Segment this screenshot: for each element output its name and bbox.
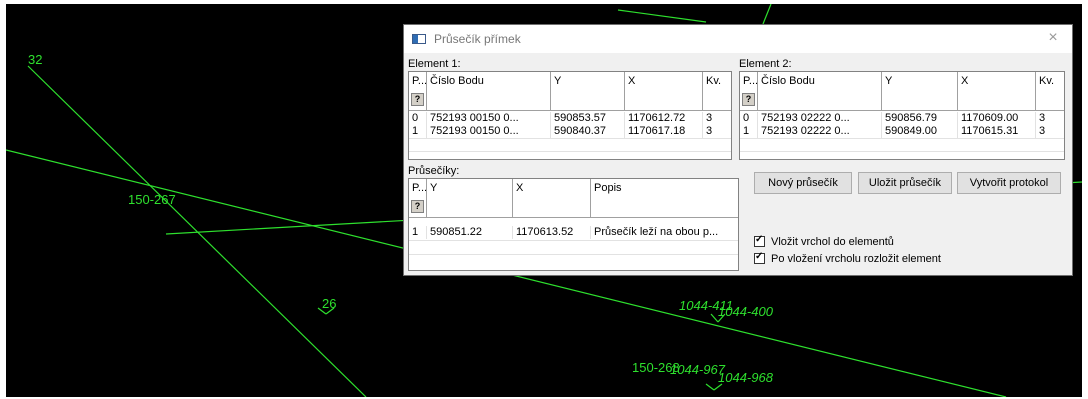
close-icon[interactable]: × xyxy=(1044,29,1062,47)
cell-p: 1 xyxy=(740,125,758,138)
col-y[interactable]: Y xyxy=(882,72,958,110)
split-element-checkbox[interactable]: Po vložení vrcholu rozložit element xyxy=(754,251,941,265)
cell-popis: Průsečík leží na obou p... xyxy=(594,226,719,238)
cell-x: 1170617.18 xyxy=(625,125,703,138)
cell-kv: 3 xyxy=(1039,112,1046,124)
col-y[interactable]: Y xyxy=(551,72,625,110)
row-divider xyxy=(409,254,738,255)
checkbox-checked-icon[interactable] xyxy=(754,234,765,247)
screenshot-canvas: 32 150-267 26 1044-411 1044-400 150-268 … xyxy=(0,0,1088,399)
create-protocol-button[interactable]: Vytvořit protokol xyxy=(957,172,1061,194)
cell-y: 590851.22 xyxy=(427,226,513,239)
help-icon[interactable]: ? xyxy=(742,93,755,106)
element2-grid[interactable]: P...? Číslo Bodu Y X Kv. 0 752193 02222 … xyxy=(739,71,1065,160)
cad-line-a xyxy=(27,65,367,397)
element1-label: Element 1: xyxy=(408,58,461,70)
cad-label-1044-400: 1044-400 xyxy=(718,304,773,319)
save-intersection-button[interactable]: Uložit průsečík xyxy=(858,172,952,194)
col-p[interactable]: P...? xyxy=(740,72,758,110)
row-divider xyxy=(740,151,1064,152)
table-row[interactable]: 0 752193 02222 0... 590856.79 1170609.00… xyxy=(740,112,1064,125)
cad-label-1044-967: 1044-967 xyxy=(670,362,725,377)
col-x[interactable]: X xyxy=(958,72,1036,110)
cell-p: 1 xyxy=(409,125,427,138)
table-row[interactable]: 1 752193 02222 0... 590849.00 1170615.31… xyxy=(740,125,1064,138)
row-divider xyxy=(740,138,1064,139)
cad-line-d xyxy=(617,9,707,23)
table-row[interactable]: 1 752193 00150 0... 590840.37 1170617.18… xyxy=(409,125,731,138)
cad-line-e xyxy=(762,4,772,25)
cell-y: 590840.37 xyxy=(551,125,625,138)
cad-label-26: 26 xyxy=(322,296,337,311)
split-element-label: Po vložení vrcholu rozložit element xyxy=(771,253,941,265)
new-intersection-button[interactable]: Nový průsečík xyxy=(754,172,852,194)
col-x[interactable]: X xyxy=(625,72,703,110)
cad-line-l xyxy=(705,383,715,391)
col-cislo-bodu[interactable]: Číslo Bodu xyxy=(758,72,882,110)
checkbox-checked-icon[interactable] xyxy=(754,251,765,264)
cell-x: 1170613.52 xyxy=(513,226,591,239)
row-divider xyxy=(409,151,731,152)
table-row[interactable]: 1 590851.22 1170613.52 Průsečík leží na … xyxy=(409,226,738,239)
cell-x: 1170615.31 xyxy=(958,125,1036,138)
cell-cislo-bodu: 752193 00150 0... xyxy=(427,112,551,125)
col-p[interactable]: P...? xyxy=(409,72,427,110)
col-popis[interactable]: Popis xyxy=(591,179,738,217)
col-kv[interactable]: Kv. xyxy=(1036,72,1064,110)
cell-p: 0 xyxy=(740,112,758,125)
dialog-title: Průsečík přímek xyxy=(434,32,521,46)
cell-p: 0 xyxy=(409,112,427,125)
col-x[interactable]: X xyxy=(513,179,591,217)
cell-cislo-bodu: 752193 00150 0... xyxy=(427,125,551,138)
table-row[interactable]: 0 752193 00150 0... 590853.57 1170612.72… xyxy=(409,112,731,125)
col-kv[interactable]: Kv. xyxy=(703,72,731,110)
cad-label-1044-968: 1044-968 xyxy=(718,370,773,385)
help-icon[interactable]: ? xyxy=(411,200,424,213)
element1-grid[interactable]: P...? Číslo Bodu Y X Kv. 0 752193 00150 … xyxy=(408,71,732,160)
cell-x: 1170609.00 xyxy=(958,112,1036,125)
cell-cislo-bodu: 752193 02222 0... xyxy=(758,112,882,125)
dialog-titlebar[interactable]: Průsečík přímek × xyxy=(404,25,1072,53)
element2-header: P...? Číslo Bodu Y X Kv. xyxy=(740,72,1064,111)
row-divider xyxy=(409,240,738,241)
cell-cislo-bodu: 752193 02222 0... xyxy=(758,125,882,138)
app-window-icon xyxy=(412,34,426,44)
col-y[interactable]: Y xyxy=(427,179,513,217)
insert-vertex-checkbox[interactable]: Vložit vrchol do elementů xyxy=(754,234,894,248)
cell-y: 590849.00 xyxy=(882,125,958,138)
cad-line-f xyxy=(710,313,719,323)
cad-label-150-267: 150-267 xyxy=(128,192,176,207)
cell-kv: 3 xyxy=(1039,125,1046,137)
element1-header: P...? Číslo Bodu Y X Kv. xyxy=(409,72,731,111)
cell-y: 590853.57 xyxy=(551,112,625,125)
cell-p: 1 xyxy=(409,226,427,239)
col-cislo-bodu[interactable]: Číslo Bodu xyxy=(427,72,551,110)
insert-vertex-label: Vložit vrchol do elementů xyxy=(771,236,894,248)
cell-y: 590856.79 xyxy=(882,112,958,125)
intersections-grid[interactable]: P...? Y X Popis 1 590851.22 1170613.52 P… xyxy=(408,178,739,271)
help-icon[interactable]: ? xyxy=(411,93,424,106)
cell-kv: 3 xyxy=(706,112,713,124)
intersections-label: Průsečíky: xyxy=(408,165,460,177)
intersection-dialog: Průsečík přímek × Element 1: P...? Číslo… xyxy=(403,24,1073,276)
col-p[interactable]: P...? xyxy=(409,179,427,217)
cad-label-32: 32 xyxy=(28,52,43,67)
element2-label: Element 2: xyxy=(739,58,792,70)
intersections-header: P...? Y X Popis xyxy=(409,179,738,218)
row-divider xyxy=(409,138,731,139)
cell-kv: 3 xyxy=(706,125,713,137)
cell-x: 1170612.72 xyxy=(625,112,703,125)
